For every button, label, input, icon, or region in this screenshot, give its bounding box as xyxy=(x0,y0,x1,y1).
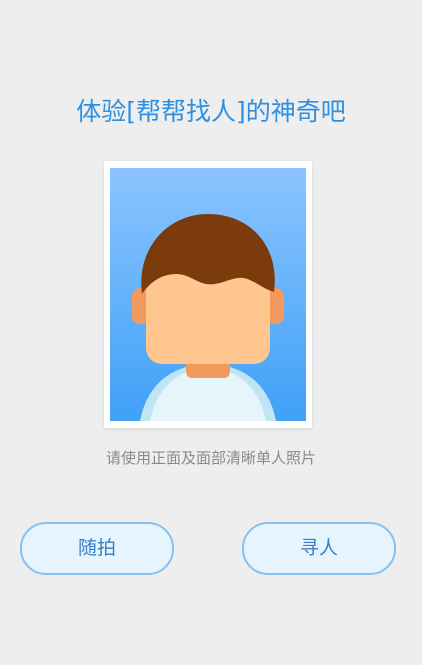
take-photo-button[interactable]: 随拍 xyxy=(20,522,174,575)
photo-hint-text: 请使用正面及面部清晰单人照片 xyxy=(105,449,316,467)
person-avatar-icon xyxy=(110,168,306,421)
sample-photo-frame xyxy=(104,161,312,428)
page-title: 体验[帮帮找人]的神奇吧 xyxy=(76,97,346,126)
search-person-button[interactable]: 寻人 xyxy=(242,522,396,575)
